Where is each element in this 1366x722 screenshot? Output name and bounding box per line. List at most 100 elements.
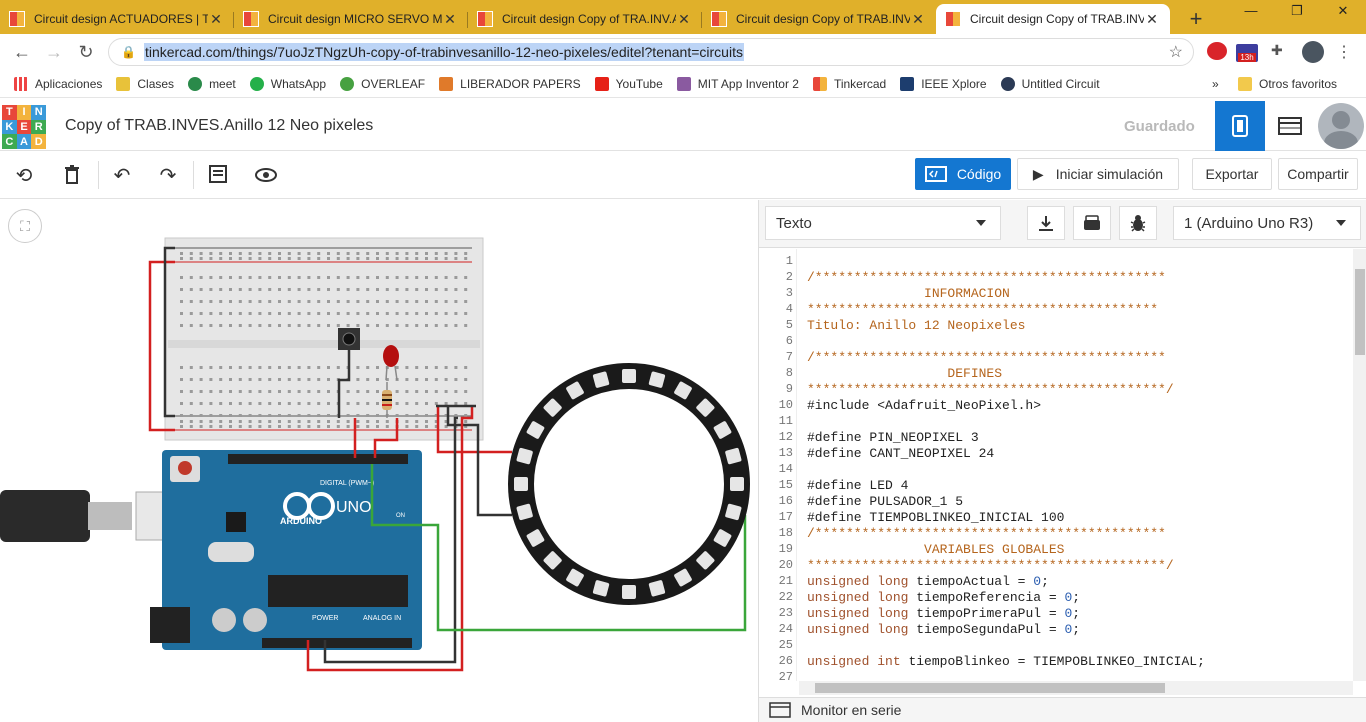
line-number: 10: [778, 398, 793, 412]
code-line[interactable]: #define CANT_NEOPIXEL 24: [807, 446, 994, 461]
power-label: POWER: [312, 615, 338, 622]
start-simulation-button[interactable]: ▶ Iniciar simulación: [1017, 158, 1179, 190]
undo-icon[interactable]: ↶: [107, 160, 137, 190]
visibility-eye-icon[interactable]: [251, 160, 281, 190]
code-button[interactable]: Código: [915, 158, 1011, 190]
download-code-button[interactable]: [1027, 206, 1065, 240]
chevron-down-icon: [1336, 220, 1346, 226]
code-line[interactable]: unsigned long tiempoSegundaPul = 0;: [807, 622, 1080, 637]
code-line[interactable]: /***************************************…: [807, 526, 1166, 541]
circuit-drawing[interactable]: ARDUINO UNO DIGITAL (PWM~) POWER ANALOG …: [0, 200, 758, 722]
other-bookmarks[interactable]: Otros favoritos: [1238, 76, 1337, 91]
bookmark-item[interactable]: LIBERADOR PAPERS: [439, 76, 581, 91]
circuit-view-button[interactable]: [1215, 101, 1265, 151]
browser-tab[interactable]: Circuit design Copy of TRAB.INV ✕: [702, 4, 936, 34]
tinkercad-logo[interactable]: TIN KER CAD: [2, 105, 46, 149]
code-line[interactable]: DEFINES: [807, 366, 1002, 381]
profile-avatar[interactable]: [1302, 41, 1324, 63]
minimize-icon[interactable]: —: [1228, 0, 1274, 24]
notes-icon[interactable]: [203, 160, 233, 190]
bookmark-item[interactable]: MIT App Inventor 2: [676, 76, 799, 91]
bookmark-item[interactable]: OVERLEAF: [340, 76, 425, 91]
url-bar[interactable]: 🔒 tinkercad.com/things/7uoJzTNgzUh-copy-…: [108, 38, 1194, 66]
extensions-puzzle-icon[interactable]: ✚: [1271, 42, 1283, 62]
bookmark-item[interactable]: YouTube: [594, 76, 663, 91]
back-icon[interactable]: ←: [6, 42, 38, 63]
line-number: 23: [778, 606, 793, 620]
restore-icon[interactable]: ❐: [1274, 0, 1320, 24]
bookmark-item[interactable]: Tinkercad: [812, 76, 886, 91]
code-editor-icon: [924, 166, 947, 182]
rotate-icon[interactable]: ⟲: [9, 160, 39, 190]
browser-tab-active[interactable]: Circuit design Copy of TRAB.INV ✕: [936, 4, 1170, 34]
share-button[interactable]: Compartir: [1278, 158, 1358, 190]
code-line[interactable]: #define PIN_NEOPIXEL 3: [807, 430, 979, 445]
browser-tab[interactable]: Circuit design Copy of TRA.INV.A ✕: [468, 4, 702, 34]
code-line[interactable]: unsigned long tiempoActual = 0;: [807, 574, 1049, 589]
new-tab-button[interactable]: +: [1180, 4, 1212, 34]
bookmark-item[interactable]: Clases: [116, 76, 174, 91]
circuit-canvas[interactable]: ⛶ ARDUINO UNO DIGITAL (PWM~) POWER ANALO…: [0, 200, 758, 722]
browser-tab[interactable]: Circuit design MICRO SERVO Mi ✕: [234, 4, 468, 34]
close-tab-icon[interactable]: ✕: [1144, 11, 1160, 28]
components-list-button[interactable]: [1265, 101, 1315, 151]
close-tab-icon[interactable]: ✕: [676, 11, 692, 28]
code-line[interactable]: ****************************************…: [807, 558, 1174, 573]
code-line[interactable]: #define TIEMPOBLINKEO_INICIAL 100: [807, 510, 1064, 525]
bookmark-item[interactable]: Untitled Circuit: [1000, 76, 1100, 91]
close-tab-icon[interactable]: ✕: [442, 11, 458, 28]
push-button[interactable]: [338, 328, 360, 350]
neopixel-ring[interactable]: [508, 363, 750, 605]
code-line[interactable]: #define PULSADOR_1 5: [807, 494, 963, 509]
code-editor[interactable]: 1 2 3 4 5 6 7 8 9 10 11 12 13 14 15 16 17 18 19 20 21 22 23 24 2…: [759, 249, 1353, 681]
libraries-button[interactable]: [1073, 206, 1111, 240]
line-number: 27: [778, 670, 793, 681]
library-box-icon: [1084, 215, 1100, 230]
export-button[interactable]: Exportar: [1192, 158, 1272, 190]
bookmark-item[interactable]: meet: [188, 76, 236, 91]
code-line[interactable]: unsigned long tiempoReferencia = 0;: [807, 590, 1080, 605]
forward-icon[interactable]: →: [38, 42, 70, 63]
vertical-scrollbar[interactable]: [1353, 249, 1366, 681]
editor-toolbar: ⟲ ↶ ↷ Código ▶ Iniciar simulación Export…: [0, 151, 1366, 199]
code-line[interactable]: VARIABLES GLOBALES: [807, 542, 1064, 557]
debugger-button[interactable]: [1119, 206, 1157, 240]
horizontal-scrollbar[interactable]: [799, 681, 1353, 695]
bookmark-apps[interactable]: Aplicaciones: [14, 76, 102, 91]
browser-tab[interactable]: Circuit design ACTUADORES | Ti ✕: [0, 4, 234, 34]
redo-icon[interactable]: ↷: [153, 160, 183, 190]
code-mode-select[interactable]: Texto: [765, 206, 1001, 240]
code-line[interactable]: ****************************************…: [807, 382, 1174, 397]
device-select[interactable]: 1 (Arduino Uno R3): [1173, 206, 1361, 240]
arduino-uno[interactable]: ARDUINO UNO DIGITAL (PWM~) POWER ANALOG …: [150, 450, 422, 650]
extension-icon[interactable]: [1207, 42, 1227, 60]
browser-menu-icon[interactable]: ⋮: [1336, 42, 1352, 62]
close-tab-icon[interactable]: ✕: [208, 11, 224, 28]
code-line[interactable]: #define LED 4: [807, 478, 908, 493]
calendar-extension-icon[interactable]: 13h: [1236, 44, 1258, 62]
line-number: 13: [778, 446, 793, 460]
serial-monitor-bar[interactable]: Monitor en serie: [759, 697, 1366, 722]
close-tab-icon[interactable]: ✕: [910, 11, 926, 28]
more-bookmarks-icon[interactable]: »: [1212, 77, 1219, 91]
bookmark-item[interactable]: IEEE Xplore: [900, 76, 987, 91]
code-line[interactable]: unsigned int tiempoBlinkeo = TIEMPOBLINK…: [807, 654, 1205, 669]
breadboard[interactable]: [164, 237, 484, 441]
code-line[interactable]: Titulo: Anillo 12 Neopixeles: [807, 318, 1025, 333]
lock-icon[interactable]: 🔒: [121, 45, 136, 59]
url-text[interactable]: tinkercad.com/things/7uoJzTNgzUh-copy-of…: [143, 43, 744, 61]
project-title[interactable]: Copy of TRAB.INVES.Anillo 12 Neo pixeles: [65, 117, 373, 135]
reload-icon[interactable]: ↻: [70, 42, 102, 63]
user-avatar[interactable]: [1318, 103, 1364, 149]
code-line[interactable]: INFORMACION: [807, 286, 1010, 301]
code-line[interactable]: unsigned long tiempoPrimeraPul = 0;: [807, 606, 1080, 621]
delete-icon[interactable]: [57, 160, 87, 190]
code-line[interactable]: #include <Adafruit_NeoPixel.h>: [807, 398, 1041, 413]
code-line[interactable]: ****************************************…: [807, 302, 1158, 317]
line-number: 19: [778, 542, 793, 556]
close-window-icon[interactable]: ✕: [1320, 0, 1366, 24]
code-line[interactable]: /***************************************…: [807, 350, 1166, 365]
bookmark-item[interactable]: WhatsApp: [249, 76, 326, 91]
bookmark-star-icon[interactable]: ☆: [1169, 42, 1183, 62]
code-line[interactable]: /***************************************…: [807, 270, 1166, 285]
